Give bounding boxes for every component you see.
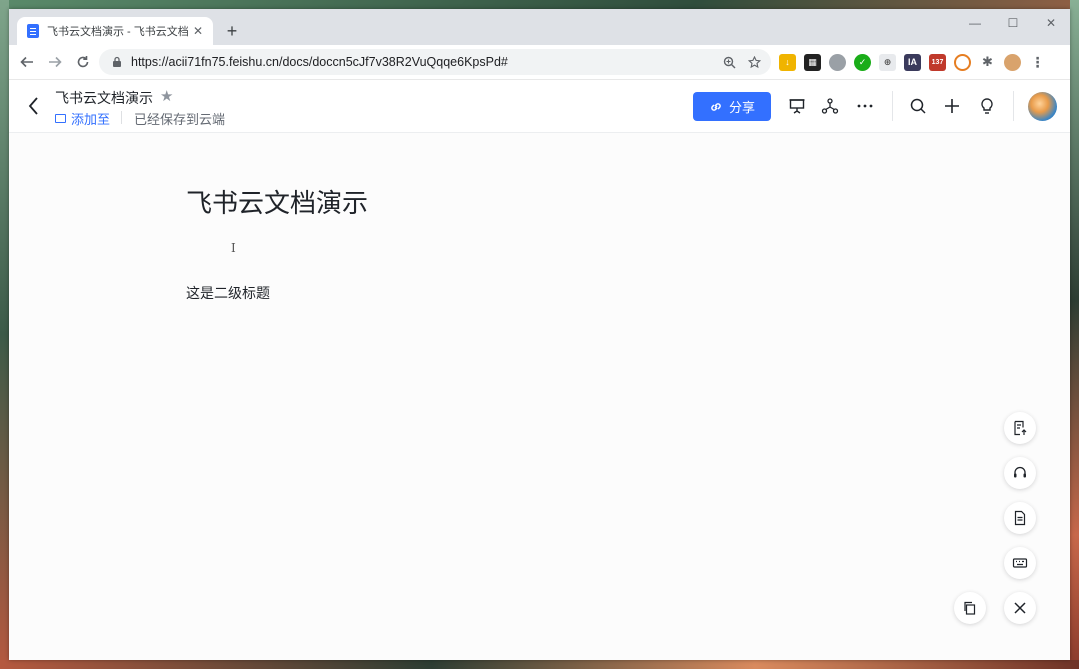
desktop-background	[0, 660, 1079, 669]
download-extension-icon[interactable]: ↓	[779, 53, 796, 71]
lock-icon	[113, 56, 121, 67]
share-button[interactable]: 分享	[693, 92, 771, 121]
reload-icon	[77, 56, 89, 68]
text-cursor-icon: I	[231, 241, 236, 255]
favorite-star-icon[interactable]: ★	[160, 87, 173, 105]
header-separator	[892, 91, 893, 121]
close-panel-button[interactable]	[1004, 592, 1036, 624]
browser-window: 飞书云文档演示 - 飞书云文档 ✕ + — ☐ ✕ https://acii71…	[9, 9, 1070, 660]
user-avatar[interactable]	[1028, 92, 1057, 121]
add-to-label: 添加至	[71, 113, 111, 128]
plus-icon	[945, 99, 959, 113]
tab-title: 飞书云文档演示 - 飞书云文档	[47, 26, 189, 38]
new-tab-button[interactable]: +	[221, 20, 243, 42]
outline-button[interactable]	[1004, 412, 1036, 444]
chevron-left-icon	[28, 97, 38, 115]
browser-menu-icon[interactable]: ⋮	[1029, 54, 1046, 71]
check-extension-icon[interactable]: ✓	[854, 53, 871, 71]
share-label: 分享	[728, 101, 755, 116]
desktop-background	[1070, 0, 1079, 669]
keyboard-icon	[1012, 558, 1028, 568]
doc-back-button[interactable]	[23, 94, 45, 118]
mindmap-button[interactable]	[819, 95, 841, 117]
header-separator	[1013, 91, 1014, 121]
url-text: https://acii71fn75.feishu.cn/docs/doccn5…	[131, 55, 508, 69]
address-bar[interactable]: https://acii71fn75.feishu.cn/docs/doccn5…	[99, 49, 771, 75]
more-options-button[interactable]	[854, 95, 876, 117]
docs-favicon-icon	[27, 24, 39, 38]
document-icon	[1014, 510, 1026, 526]
doc-upload-icon	[1014, 420, 1027, 436]
extensions-bar: ↓ ▦ ✓ ⊕ IA 137 ✱ ⋮	[779, 51, 1046, 73]
ia-extension-icon[interactable]: IA	[904, 53, 921, 71]
headset-icon	[1014, 466, 1026, 478]
close-tab-icon[interactable]: ✕	[191, 24, 205, 38]
doc-header: 飞书云文档演示 ★ 添加至 已经保存到云端 分享	[9, 79, 1070, 133]
customer-service-button[interactable]	[1004, 457, 1036, 489]
arrow-right-icon	[49, 56, 62, 68]
more-icon	[857, 104, 873, 108]
save-status: 已经保存到云端	[134, 113, 226, 128]
grey-extension-icon[interactable]	[829, 53, 846, 71]
desktop-background	[0, 0, 9, 669]
copy-doc-button[interactable]	[954, 592, 986, 624]
browser-tab[interactable]: 飞书云文档演示 - 飞书云文档 ✕	[17, 17, 213, 45]
maximize-button[interactable]: ☐	[994, 9, 1032, 37]
puzzle-extensions-icon[interactable]: ✱	[979, 54, 996, 71]
tab-strip: 飞书云文档演示 - 飞书云文档 ✕ + — ☐ ✕	[9, 9, 1070, 45]
trello-extension-icon[interactable]: ▦	[804, 53, 821, 71]
calendar-extension-icon[interactable]: 137	[929, 53, 946, 71]
close-icon	[1014, 602, 1026, 614]
browser-toolbar: https://acii71fn75.feishu.cn/docs/doccn5…	[9, 45, 1070, 79]
header-divider	[121, 111, 122, 124]
doc-info-button[interactable]	[1004, 502, 1036, 534]
reload-button[interactable]	[69, 48, 97, 76]
minimize-button[interactable]: —	[956, 9, 994, 37]
link-icon	[711, 102, 721, 111]
presentation-button[interactable]	[786, 95, 808, 117]
document-canvas[interactable]: 飞书云文档演示 I 这是二级标题	[9, 133, 1070, 660]
doc-title[interactable]: 飞书云文档演示	[55, 88, 153, 108]
folder-icon	[55, 114, 66, 123]
search-icon	[910, 98, 926, 114]
document-title-heading[interactable]: 飞书云文档演示	[186, 183, 368, 220]
search-button[interactable]	[907, 95, 929, 117]
mindmap-icon	[821, 98, 839, 114]
close-window-button[interactable]: ✕	[1032, 9, 1070, 37]
document-subheading[interactable]: 这是二级标题	[186, 283, 270, 303]
bookmark-star-icon[interactable]	[748, 55, 761, 69]
back-button[interactable]	[13, 48, 41, 76]
keyboard-shortcuts-button[interactable]	[1004, 547, 1036, 579]
new-doc-button[interactable]	[941, 95, 963, 117]
target-extension-icon[interactable]	[954, 53, 971, 71]
window-controls: — ☐ ✕	[956, 9, 1070, 37]
arrow-left-icon	[20, 56, 33, 68]
gamepad-extension-icon[interactable]: ⊕	[879, 53, 896, 71]
presentation-icon	[789, 99, 805, 114]
forward-button[interactable]	[41, 48, 69, 76]
lightbulb-icon	[981, 98, 993, 114]
add-to-button[interactable]: 添加至	[55, 109, 110, 128]
profile-avatar-icon[interactable]	[1004, 53, 1021, 71]
tips-button[interactable]	[976, 95, 998, 117]
copy-icon	[964, 601, 976, 615]
zoom-icon[interactable]	[723, 56, 736, 69]
